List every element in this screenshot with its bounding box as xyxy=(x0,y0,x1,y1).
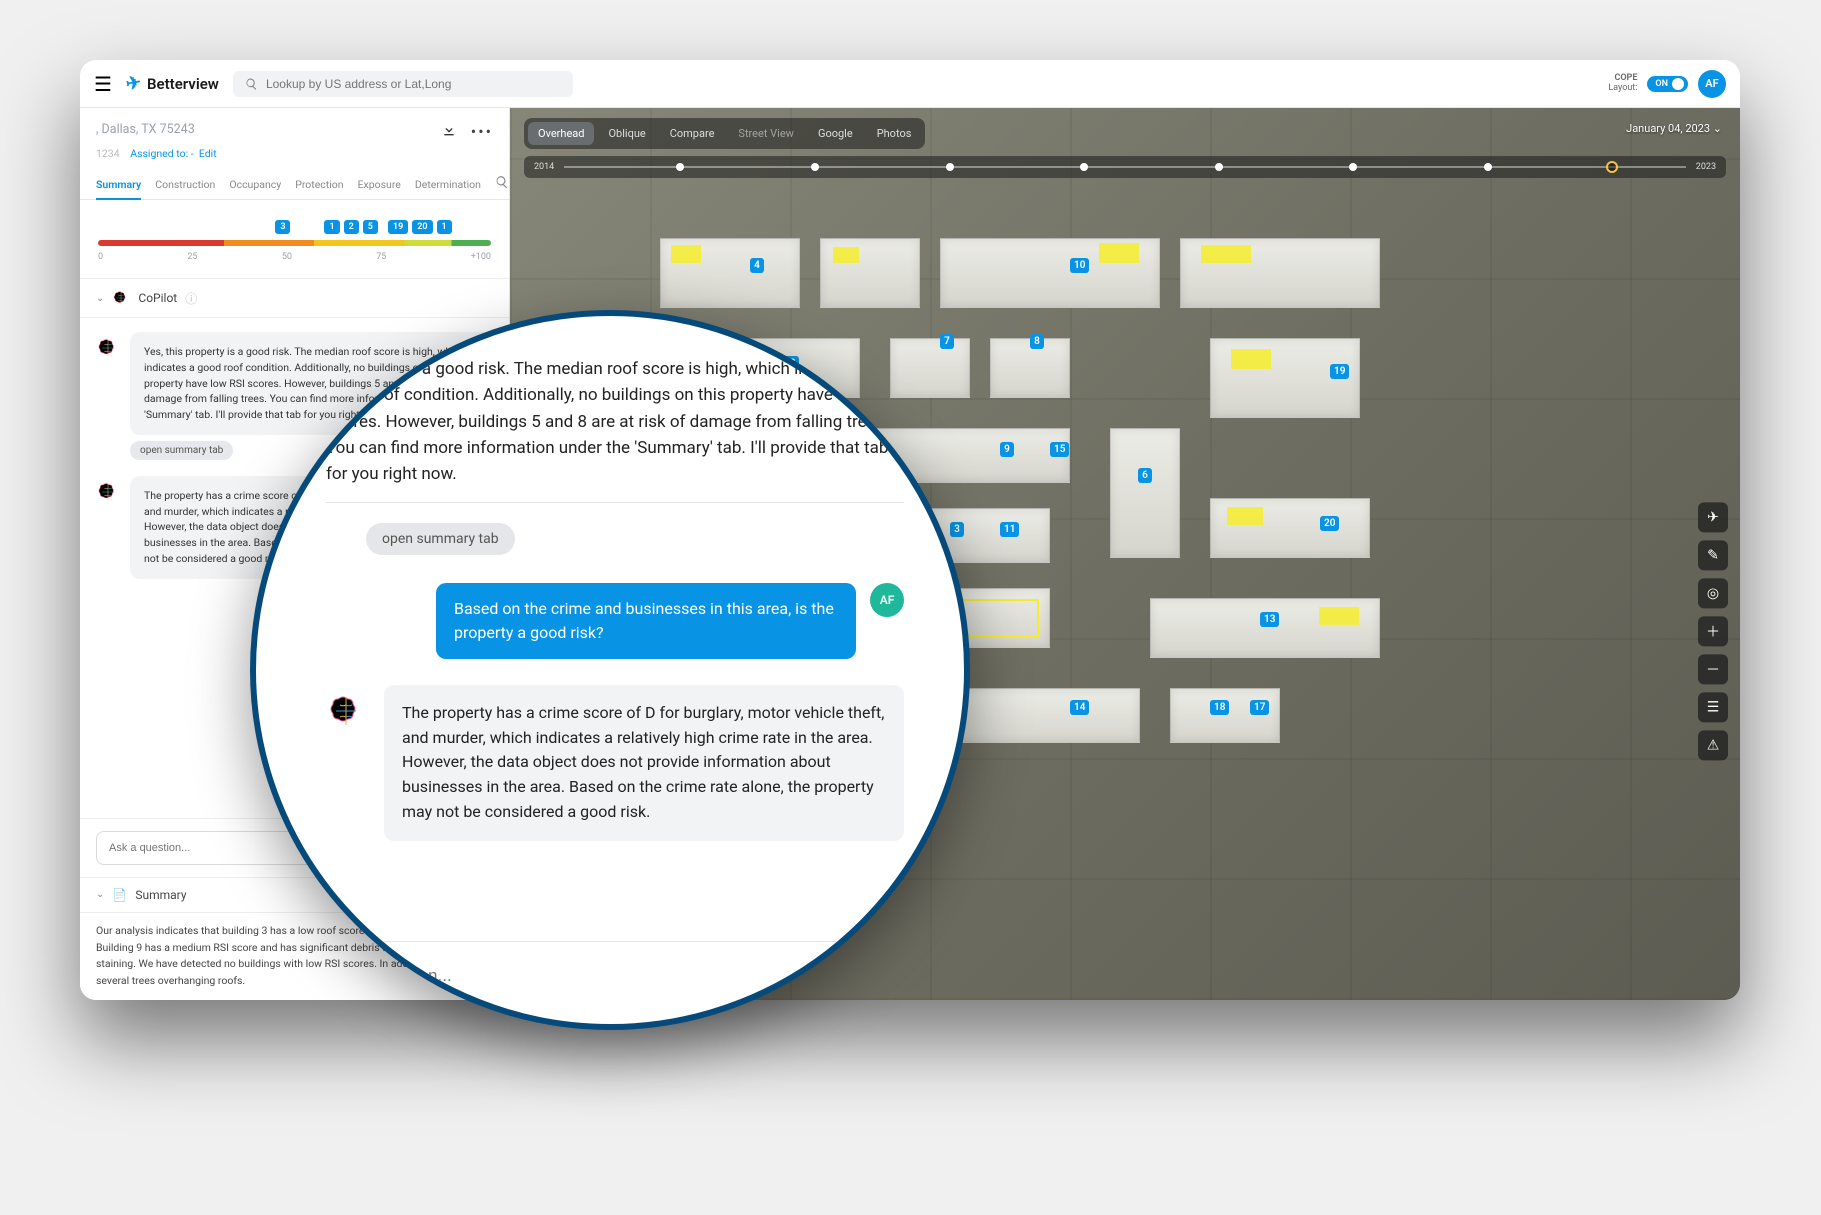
building-badge[interactable]: 13 xyxy=(1260,612,1279,627)
action-chip[interactable]: open summary tab xyxy=(130,441,233,460)
building-badge[interactable]: 4 xyxy=(750,258,764,273)
edit-link[interactable]: Edit xyxy=(199,147,217,160)
chevron-down-icon: ⌄ xyxy=(96,293,104,304)
property-address: , Dallas, TX 75243 xyxy=(96,122,433,137)
toggle-label: ON xyxy=(1655,79,1668,89)
magnified-user-row: Based on the crime and businesses in thi… xyxy=(326,583,904,659)
gauge-marker: 2 xyxy=(344,220,359,234)
magnifier-overlay: …property is a good risk. The median roo… xyxy=(250,310,970,1030)
magnified-bot-row: The property has a crime score of D for … xyxy=(326,685,904,841)
header: ☰ ✈ Betterview COPE Layout: ON AF xyxy=(80,60,1740,108)
map-tab-streetview[interactable]: Street View xyxy=(728,122,804,145)
info-icon[interactable]: ⓘ xyxy=(185,290,197,307)
magnified-ask-row xyxy=(326,941,904,994)
cope-layout-label: COPE Layout: xyxy=(1608,74,1637,94)
doc-icon: 📄 xyxy=(112,888,127,902)
tab-occupancy[interactable]: Occupancy xyxy=(229,168,281,199)
property-id: 1234 xyxy=(96,147,120,160)
brain-icon xyxy=(326,691,366,731)
download-icon[interactable] xyxy=(441,122,457,138)
imagery-date: January 04, 2023 ⌄ xyxy=(1626,122,1722,135)
gauge-bar xyxy=(98,240,491,246)
timeline-start: 2014 xyxy=(534,162,554,172)
gauge-marker: 20 xyxy=(412,220,432,234)
magnified-user-message: Based on the crime and businesses in thi… xyxy=(436,583,856,659)
building-badge[interactable]: 20 xyxy=(1320,516,1339,531)
chevron-down-icon[interactable]: ⌄ xyxy=(1713,122,1722,135)
building-badge[interactable]: 17 xyxy=(1250,700,1269,715)
copilot-header[interactable]: ⌄ CoPilot ⓘ xyxy=(80,279,509,318)
timeline-current-icon[interactable] xyxy=(1606,161,1618,173)
chevron-down-icon: ⌄ xyxy=(96,889,104,900)
address-row: , Dallas, TX 75243 ••• xyxy=(80,108,509,147)
timeline-track[interactable] xyxy=(564,166,1686,168)
gauge-markers: 3 1 2 5 19 20 1 xyxy=(98,220,491,234)
map-view-tabs: Overhead Oblique Compare Street View Goo… xyxy=(524,118,925,149)
gauge-marker: 3 xyxy=(275,220,290,234)
map-tab-oblique[interactable]: Oblique xyxy=(598,122,655,145)
menu-icon[interactable]: ☰ xyxy=(94,72,112,96)
layers-icon[interactable]: ☰ xyxy=(1698,692,1728,722)
building-badge[interactable]: 14 xyxy=(1070,700,1089,715)
summary-title: Summary xyxy=(135,888,186,902)
gauge-marker: 19 xyxy=(388,220,408,234)
building-badge[interactable]: 19 xyxy=(1330,364,1349,379)
gauge-marker: 5 xyxy=(363,220,378,234)
zoom-out-icon[interactable]: － xyxy=(1698,654,1728,684)
search-icon xyxy=(245,77,258,91)
risk-gauge: 3 1 2 5 19 20 1 0255075+100 xyxy=(80,200,509,279)
detail-tabs: Summary Construction Occupancy Protectio… xyxy=(80,168,509,200)
copilot-title: CoPilot xyxy=(138,291,177,305)
map-tab-google[interactable]: Google xyxy=(808,122,863,145)
brain-icon xyxy=(112,289,130,307)
magnified-user-avatar: AF xyxy=(870,583,904,617)
gauge-marker: 1 xyxy=(324,220,339,234)
search-field[interactable] xyxy=(233,71,573,97)
tab-exposure[interactable]: Exposure xyxy=(358,168,401,199)
search-input[interactable] xyxy=(266,77,561,91)
tab-protection[interactable]: Protection xyxy=(295,168,343,199)
building-badge[interactable]: 8 xyxy=(1030,334,1044,349)
magnified-bot-message: The property has a crime score of D for … xyxy=(384,685,904,841)
zoom-in-icon[interactable]: ＋ xyxy=(1698,616,1728,646)
user-avatar[interactable]: AF xyxy=(1698,70,1726,98)
map-tab-photos[interactable]: Photos xyxy=(867,122,922,145)
brand-name: Betterview xyxy=(147,75,219,93)
assignment-row: 1234 Assigned to: - Edit xyxy=(80,147,509,168)
toggle-knob-icon xyxy=(1672,78,1684,90)
timeline-end: 2023 xyxy=(1696,162,1716,172)
building-badge[interactable]: 6 xyxy=(1138,468,1152,483)
building-badge[interactable]: 10 xyxy=(1070,258,1089,273)
rocket-icon[interactable]: ✈ xyxy=(1698,502,1728,532)
gauge-ticks: 0255075+100 xyxy=(98,252,491,262)
brain-icon xyxy=(96,336,120,360)
tab-summary[interactable]: Summary xyxy=(96,168,141,199)
map-tab-overhead[interactable]: Overhead xyxy=(528,122,594,145)
magnified-action-chip[interactable]: open summary tab xyxy=(366,523,515,555)
tab-search-icon[interactable] xyxy=(495,174,509,193)
assigned-to-label: Assigned to: - xyxy=(130,147,193,160)
send-icon[interactable] xyxy=(858,958,904,994)
gauge-marker: 1 xyxy=(437,220,452,234)
brand-mark-icon: ✈ xyxy=(124,72,143,95)
imagery-timeline[interactable]: 2014 2023 xyxy=(524,156,1726,178)
building-badge[interactable]: 15 xyxy=(1050,442,1069,457)
edit-tool-icon[interactable]: ✎ xyxy=(1698,540,1728,570)
magnified-ask-input[interactable] xyxy=(326,966,848,986)
building-badge[interactable]: 11 xyxy=(1000,522,1019,537)
building-badge[interactable]: 9 xyxy=(1000,442,1014,457)
map-tab-compare[interactable]: Compare xyxy=(660,122,725,145)
header-right: COPE Layout: ON AF xyxy=(1608,70,1726,98)
tab-determination[interactable]: Determination xyxy=(415,168,481,199)
tab-construction[interactable]: Construction xyxy=(155,168,215,199)
magnified-bot-message: …property is a good risk. The median roo… xyxy=(326,356,904,503)
brain-icon xyxy=(96,480,120,504)
building-badge[interactable]: 18 xyxy=(1210,700,1229,715)
more-icon[interactable]: ••• xyxy=(471,122,493,141)
warning-icon[interactable]: ⚠ xyxy=(1698,730,1728,760)
locate-icon[interactable]: ◎ xyxy=(1698,578,1728,608)
cope-toggle[interactable]: ON xyxy=(1647,76,1688,92)
map-tools: ✈ ✎ ◎ ＋ － ☰ ⚠ xyxy=(1698,502,1728,760)
brand-logo[interactable]: ✈ Betterview xyxy=(126,73,219,94)
